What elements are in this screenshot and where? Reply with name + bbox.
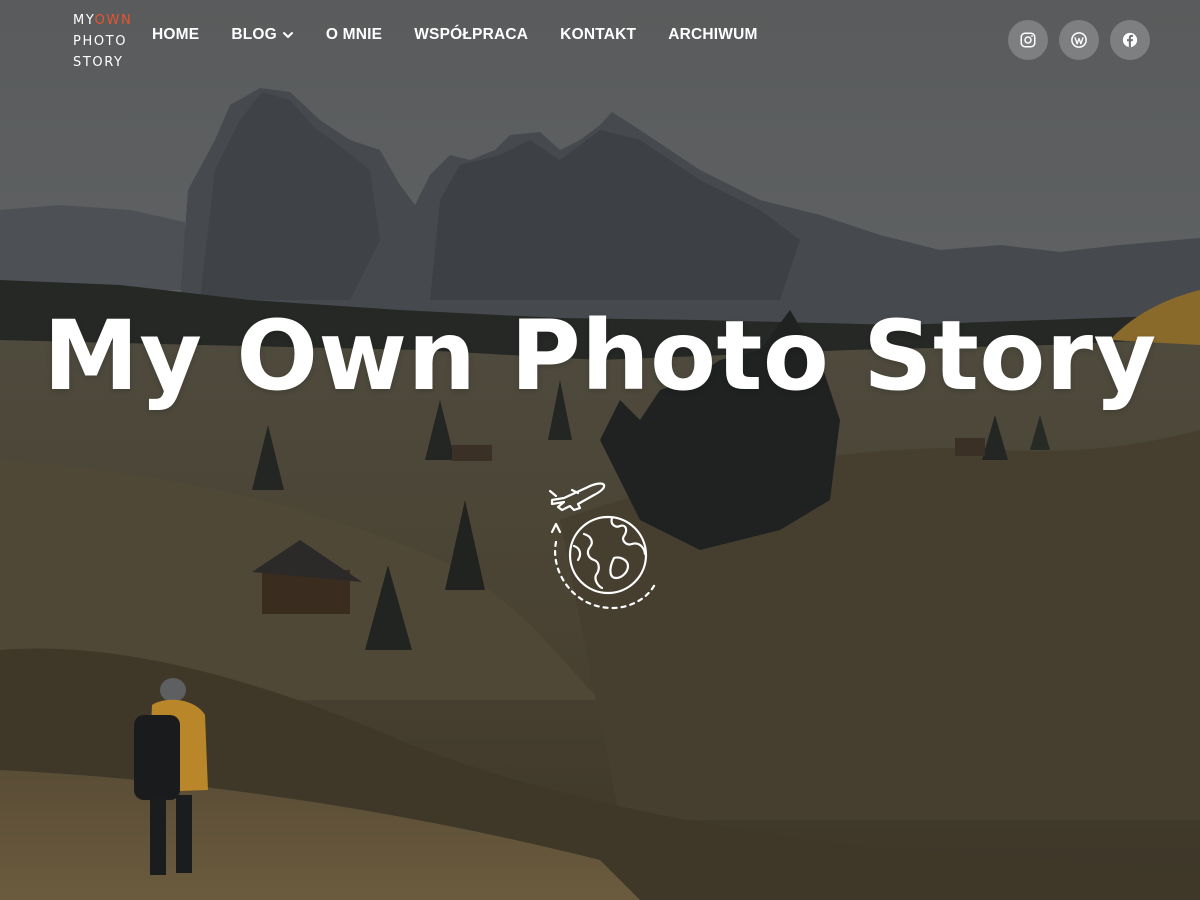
- main-navigation: HOME BLOG O MNIE WSPÓŁPRACA KONTAKT ARCH…: [152, 26, 758, 44]
- wordpress-button[interactable]: [1059, 20, 1099, 60]
- facebook-button[interactable]: [1110, 20, 1150, 60]
- chevron-down-icon: [282, 32, 293, 38]
- site-header: MYOWN PHOTO STORY HOME BLOG O MNIE WSPÓŁ…: [0, 0, 1200, 80]
- logo-line-1: MYOWN: [73, 13, 133, 28]
- nav-item-kontakt[interactable]: KONTAKT: [560, 26, 636, 44]
- landscape-scene: [0, 0, 1200, 900]
- site-logo[interactable]: MYOWN PHOTO STORY: [73, 10, 132, 73]
- wordpress-icon: [1071, 32, 1087, 48]
- logo-line-2: PHOTO: [73, 34, 128, 49]
- instagram-icon: [1020, 32, 1036, 48]
- nav-item-blog[interactable]: BLOG: [231, 26, 294, 44]
- nav-item-home[interactable]: HOME: [152, 26, 199, 44]
- travel-globe-airplane-icon: [548, 482, 658, 610]
- nav-item-archiwum[interactable]: ARCHIWUM: [668, 26, 757, 44]
- facebook-icon: [1122, 32, 1138, 48]
- hero-title: My Own Photo Story: [43, 300, 1157, 412]
- nav-item-wspolpraca[interactable]: WSPÓŁPRACA: [414, 26, 528, 44]
- social-links: [1008, 20, 1150, 60]
- hero-background: [0, 0, 1200, 900]
- nav-item-o-mnie[interactable]: O MNIE: [326, 26, 382, 44]
- instagram-button[interactable]: [1008, 20, 1048, 60]
- logo-line-3: STORY: [73, 55, 124, 70]
